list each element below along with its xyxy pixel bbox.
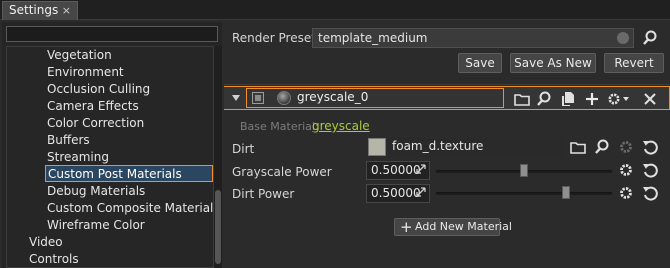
tree-item-vegetation[interactable]: Vegetation bbox=[47, 47, 112, 64]
tree-item-occlusion-culling[interactable]: Occlusion Culling bbox=[47, 81, 150, 98]
add-icon[interactable] bbox=[584, 91, 600, 107]
dirt-power-label: Dirt Power bbox=[232, 187, 295, 201]
plus-icon: + bbox=[400, 218, 413, 236]
dirt-power-slider[interactable] bbox=[436, 192, 612, 195]
expand-arrows-icon[interactable] bbox=[416, 164, 426, 174]
tree-item-debug-materials[interactable]: Debug Materials bbox=[47, 183, 145, 200]
chevron-down-icon bbox=[617, 32, 629, 44]
material-name-group: greyscale_0 bbox=[246, 88, 504, 108]
material-name-field[interactable]: greyscale_0 bbox=[293, 89, 501, 107]
material-header: greyscale_0 bbox=[224, 86, 670, 110]
dirt-power-value: 0.50000 bbox=[371, 186, 421, 200]
add-new-material-label: Add New Material bbox=[415, 220, 512, 233]
tree-item-streaming[interactable]: Streaming bbox=[47, 149, 109, 166]
reset-icon[interactable] bbox=[642, 139, 658, 155]
tab-title: Settings bbox=[9, 3, 59, 17]
gear-icon[interactable] bbox=[618, 162, 634, 178]
tree-item-controls[interactable]: Controls bbox=[29, 251, 79, 267]
base-material-link[interactable]: greyscale bbox=[312, 119, 370, 133]
dirt-label: Dirt bbox=[232, 142, 255, 156]
folder-icon[interactable] bbox=[570, 139, 586, 155]
render-preset-value: template_medium bbox=[318, 31, 428, 45]
grayscale-power-label: Grayscale Power bbox=[232, 165, 332, 179]
folder-icon[interactable] bbox=[514, 91, 530, 107]
scrollbar-thumb[interactable] bbox=[215, 190, 221, 264]
render-preset-label: Render Preset: bbox=[232, 31, 320, 45]
revert-button[interactable]: Revert bbox=[604, 53, 664, 73]
settings-tree: Vegetation Environment Occlusion Culling… bbox=[6, 46, 214, 268]
collapse-arrow-icon[interactable] bbox=[232, 95, 240, 101]
close-icon[interactable] bbox=[642, 91, 658, 107]
material-enabled-checkbox[interactable] bbox=[252, 92, 264, 104]
tree-scrollbar[interactable] bbox=[214, 46, 222, 268]
add-new-material-button[interactable]: + Add New Material bbox=[394, 218, 512, 236]
base-material-label: Base Material: bbox=[240, 120, 319, 133]
divider bbox=[224, 84, 670, 85]
tree-item-wireframe-color[interactable]: Wireframe Color bbox=[47, 217, 145, 234]
dirt-power-slider-handle[interactable] bbox=[562, 186, 570, 199]
settings-content: Render Preset: template_medium Save Save… bbox=[224, 22, 670, 268]
reset-icon[interactable] bbox=[642, 185, 658, 201]
expand-arrows-icon[interactable] bbox=[416, 187, 426, 197]
render-preset-select[interactable]: template_medium bbox=[312, 28, 634, 48]
close-icon[interactable]: × bbox=[62, 2, 71, 19]
save-button[interactable]: Save bbox=[458, 53, 502, 73]
tree-item-custom-post-materials[interactable]: Custom Post Materials bbox=[45, 165, 213, 182]
search-icon[interactable] bbox=[642, 30, 658, 46]
tree-item-custom-composite-materials[interactable]: Custom Composite Materials bbox=[47, 200, 213, 217]
tree-item-video[interactable]: Video bbox=[29, 234, 63, 251]
texture-thumbnail bbox=[368, 138, 386, 156]
reset-icon[interactable] bbox=[642, 162, 658, 178]
save-as-new-button[interactable]: Save As New bbox=[510, 53, 596, 73]
dirt-texture-field[interactable]: foam_d.texture bbox=[388, 138, 564, 157]
search-input[interactable] bbox=[6, 26, 218, 42]
tree-item-color-correction[interactable]: Color Correction bbox=[47, 115, 144, 132]
search-icon[interactable] bbox=[594, 139, 610, 155]
tree-item-buffers[interactable]: Buffers bbox=[47, 132, 90, 149]
grayscale-power-value: 0.50000 bbox=[371, 163, 421, 177]
material-sphere-icon bbox=[277, 91, 291, 105]
gear-icon[interactable] bbox=[618, 185, 634, 201]
settings-sidebar: Vegetation Environment Occlusion Culling… bbox=[2, 22, 222, 268]
tree-item-environment[interactable]: Environment bbox=[47, 64, 124, 81]
grayscale-power-slider-handle[interactable] bbox=[520, 164, 528, 177]
copy-icon[interactable] bbox=[560, 91, 576, 107]
tab-settings[interactable]: Settings × bbox=[2, 1, 78, 20]
gear-icon bbox=[620, 141, 632, 153]
search-icon[interactable] bbox=[536, 91, 552, 107]
gear-menu-icon[interactable] bbox=[606, 91, 630, 107]
tree-item-camera-effects[interactable]: Camera Effects bbox=[47, 98, 139, 115]
tab-strip: Settings × bbox=[0, 0, 670, 20]
